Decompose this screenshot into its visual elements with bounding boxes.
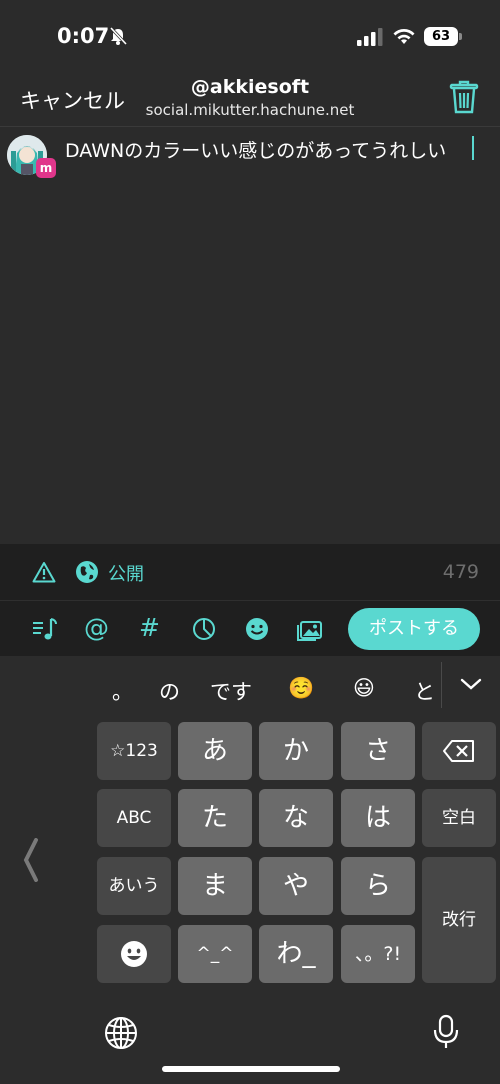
compose-header: キャンセル @akkiesoft social.mikutter.hachune… [0, 70, 500, 126]
home-indicator[interactable] [162, 1066, 340, 1072]
abc-key[interactable]: ABC [97, 789, 171, 847]
key-ma[interactable]: ま [178, 857, 252, 915]
char-count: 479 [442, 561, 479, 583]
compose-area[interactable]: m DAWNのカラーいい感じのがあってうれしい [0, 126, 500, 544]
status-time: 0:07 [57, 24, 110, 48]
account-name: @akkiesoft [190, 76, 310, 98]
punctuation-key[interactable]: 、。?! [341, 925, 415, 983]
post-text[interactable]: DAWNのカラーいい感じのがあってうれしい [65, 136, 446, 163]
poll-icon[interactable] [190, 615, 218, 643]
enter-key[interactable]: 改行 [422, 857, 496, 983]
emoji-icon[interactable] [243, 615, 271, 643]
hashtag-button[interactable]: # [139, 613, 160, 642]
wifi-icon [393, 29, 415, 44]
keyboard: 。 の です ☺️ 😃 と ☆123 あ か さ ABC た な は 空白 あい… [0, 656, 500, 1084]
account-server: social.mikutter.hachune.net [145, 101, 355, 119]
warning-icon[interactable] [32, 561, 56, 583]
space-key[interactable]: 空白 [422, 789, 496, 847]
candidate-bar: 。 の です ☺️ 😃 と [0, 656, 500, 718]
kaomoji-key[interactable]: ^_^ [178, 925, 252, 983]
candidate-item[interactable]: と [414, 676, 435, 706]
text-caret [472, 136, 474, 160]
key-na[interactable]: な [259, 789, 333, 847]
globe-icon[interactable] [75, 560, 99, 584]
status-bar: 0:07 63 [0, 0, 500, 70]
emoji-smiley-icon [121, 941, 147, 967]
candidate-item[interactable]: 。 [112, 676, 133, 706]
emoji-key[interactable] [97, 925, 171, 983]
music-list-icon[interactable] [31, 615, 59, 643]
kana-key[interactable]: あいう [97, 857, 171, 915]
candidate-item[interactable]: ☺️ [288, 676, 314, 701]
image-attach-icon[interactable] [296, 615, 324, 643]
microphone-icon[interactable] [432, 1014, 460, 1050]
battery-indicator: 63 [424, 27, 462, 46]
signal-icon [357, 28, 383, 46]
key-ya[interactable]: や [259, 857, 333, 915]
symbol-key[interactable]: ☆123 [97, 722, 171, 780]
globe-icon[interactable] [104, 1016, 138, 1050]
backspace-key[interactable] [422, 722, 496, 780]
key-ka[interactable]: か [259, 722, 333, 780]
trash-icon[interactable] [449, 80, 479, 114]
key-ha[interactable]: は [341, 789, 415, 847]
candidate-divider [441, 662, 442, 708]
options-bar: 公開 479 [0, 544, 500, 600]
key-a[interactable]: あ [178, 722, 252, 780]
chevron-down-icon[interactable] [459, 676, 483, 692]
visibility-selector[interactable]: 公開 [108, 560, 144, 586]
mention-button[interactable]: @ [84, 613, 109, 642]
post-button[interactable]: ポストする [348, 608, 480, 650]
key-sa[interactable]: さ [341, 722, 415, 780]
key-ta[interactable]: た [178, 789, 252, 847]
candidate-item[interactable]: 😃 [353, 676, 375, 700]
bell-muted-icon [109, 26, 128, 46]
key-wa[interactable]: わ_ [259, 925, 333, 983]
compose-toolbar: @ # ポストする [0, 600, 500, 656]
candidate-item[interactable]: の [159, 676, 180, 706]
chevron-left-icon[interactable] [22, 838, 40, 882]
candidate-item[interactable]: です [210, 676, 252, 706]
backspace-icon [443, 740, 474, 762]
mastodon-badge-icon: m [36, 158, 56, 178]
key-ra[interactable]: ら [341, 857, 415, 915]
